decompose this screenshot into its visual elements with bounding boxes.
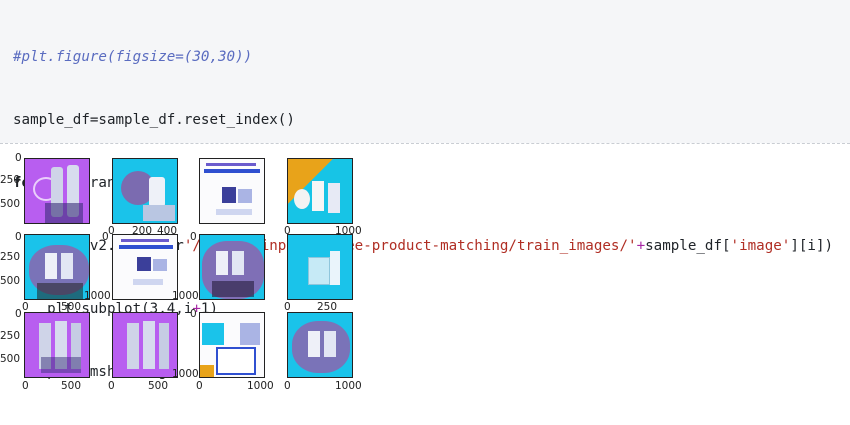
tick-label: 500 [0,198,21,210]
code-line-2: sample_df=sample_df.reset_index() [13,112,295,128]
tick-label: 0 [15,152,22,164]
tick-label: 1000 [247,380,274,392]
tick-label: 250 [0,330,21,342]
tick-label: 0 [190,308,197,320]
tick-label: 0 [284,380,291,392]
subplot-7 [199,234,265,300]
code-line-1: #plt.figure(figsize=(30,30)) [13,49,253,65]
tick-label: 0 [108,380,115,392]
code-cell[interactable]: #plt.figure(figsize=(30,30)) sample_df=s… [0,0,850,380]
subplot-8 [287,234,353,300]
subplot-2 [112,158,178,224]
subplot-4 [287,158,353,224]
subplot-3 [199,158,265,224]
tick-label: 500 [148,380,169,392]
tick-label: 250 [0,251,21,263]
tick-label: 0 [102,231,109,243]
tick-label: 0 [190,231,197,243]
tick-label: 0 [15,231,22,243]
tick-label: 1000 [172,368,199,380]
subplot-12 [287,312,353,378]
subplot-9 [24,312,90,378]
tick-label: 0 [22,380,29,392]
tick-label: 500 [61,380,82,392]
cell-separator [0,143,850,144]
tick-label: 1000 [84,290,111,302]
output-plots: 0 250 500 0 200 400 0 1000 0 250 500 0 5… [0,146,850,406]
subplot-1 [24,158,90,224]
subplot-5 [24,234,90,300]
tick-label: 1000 [335,380,362,392]
subplot-6 [112,234,178,300]
tick-label: 0 [15,308,22,320]
tick-label: 500 [0,275,21,287]
tick-label: 1000 [172,290,199,302]
tick-label: 250 [0,174,21,186]
tick-label: 500 [0,353,21,365]
subplot-10 [112,312,178,378]
subplot-11 [199,312,265,378]
tick-label: 0 [196,380,203,392]
